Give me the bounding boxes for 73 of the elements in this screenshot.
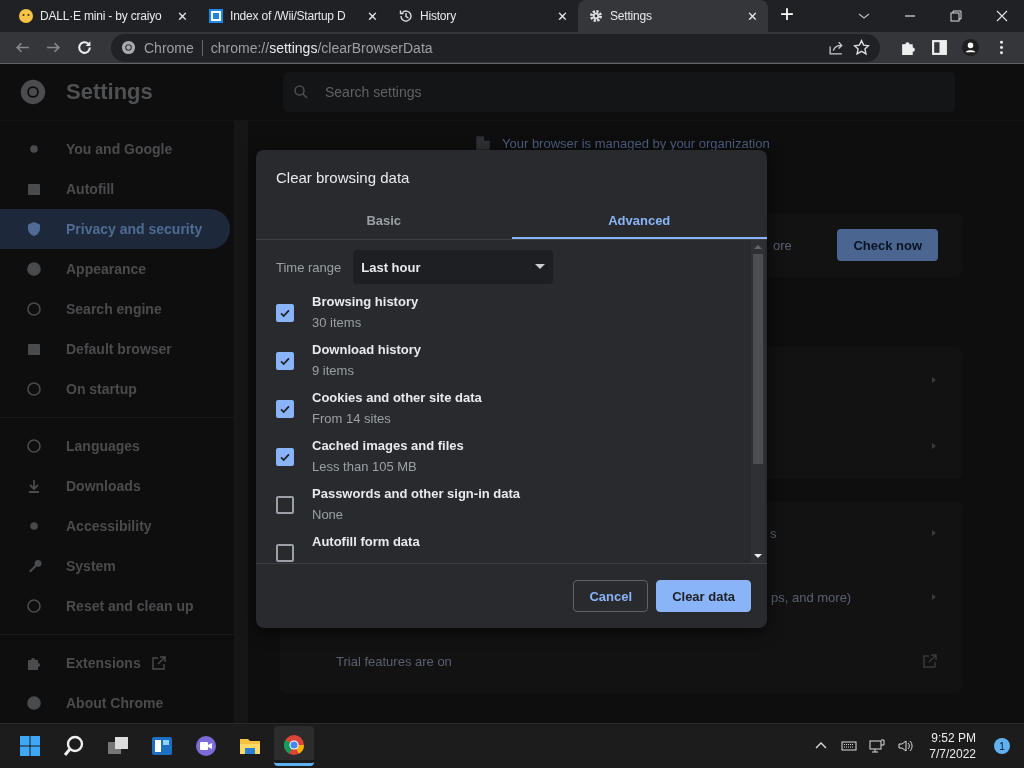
shield-icon xyxy=(26,221,42,238)
close-tab-button[interactable]: ✕ xyxy=(365,8,380,24)
search-field[interactable]: Search settings xyxy=(283,72,955,113)
time-range-dropdown[interactable]: Last hour xyxy=(353,250,554,285)
scrollbar[interactable] xyxy=(234,121,248,724)
chrome-logo-icon xyxy=(20,79,46,106)
option-label: Cached images and files xyxy=(312,438,464,454)
history-icon xyxy=(398,8,414,24)
star-icon[interactable] xyxy=(853,39,870,57)
clock[interactable]: 9:52 PM 7/7/2022 xyxy=(929,731,976,762)
setting-description: ps, and more) xyxy=(771,589,852,605)
video-chat-icon xyxy=(194,734,218,759)
safety-check-text: ore xyxy=(773,237,792,253)
option-label: Passwords and other sign-in data xyxy=(312,486,521,502)
browser-tab[interactable]: History ✕ xyxy=(388,0,578,32)
option-detail: 30 items xyxy=(312,315,363,331)
clear-data-button[interactable]: Clear data xyxy=(656,580,751,613)
option-label: Browsing history xyxy=(312,294,419,310)
close-icon[interactable] xyxy=(994,8,1010,24)
option-detail: None xyxy=(312,507,345,523)
browser-tab[interactable]: Index of /Wii/Startup D ✕ xyxy=(198,0,388,32)
site-label: Chrome xyxy=(144,39,194,56)
settings-icon xyxy=(588,8,604,24)
page-title: Settings xyxy=(66,79,153,106)
url-text: chrome://settings/clearBrowserData xyxy=(210,39,433,56)
checkbox[interactable] xyxy=(276,400,294,419)
cancel-button[interactable]: Cancel xyxy=(573,580,649,613)
setting-description: s xyxy=(770,525,777,541)
close-tab-button[interactable]: ✕ xyxy=(175,8,190,24)
tab-title: History xyxy=(420,9,457,23)
time-range-label: Time range xyxy=(276,259,342,275)
tab-title: Settings xyxy=(610,9,653,23)
puzzle-icon[interactable] xyxy=(900,39,917,57)
option-label: Download history xyxy=(312,342,422,358)
new-tab-button[interactable]: + xyxy=(768,0,806,32)
share-icon[interactable] xyxy=(828,39,845,57)
managed-notice: Your browser is managed by your organization xyxy=(502,135,770,151)
checkbox[interactable] xyxy=(276,448,294,467)
reload-icon[interactable] xyxy=(76,39,93,57)
dialog-tab[interactable]: Basic xyxy=(256,203,512,240)
option-label: Autofill form data xyxy=(312,534,420,550)
smiley-icon xyxy=(18,8,34,24)
volume-icon[interactable] xyxy=(897,738,914,755)
side-panel-icon[interactable] xyxy=(931,39,948,57)
dialog-tab[interactable]: Advanced xyxy=(511,203,767,240)
square-logo-icon xyxy=(208,8,224,24)
option-detail: From 14 sites xyxy=(312,411,392,427)
trial-note: Trial features are on xyxy=(336,653,452,669)
tab-title: Index of /Wii/Startup D xyxy=(230,9,347,23)
checkbox[interactable] xyxy=(276,304,294,323)
windows-logo-icon xyxy=(18,734,42,759)
network-icon[interactable] xyxy=(869,738,886,755)
scrollbar[interactable] xyxy=(751,240,765,564)
checkbox[interactable] xyxy=(276,544,294,563)
download-icon xyxy=(26,478,42,495)
browser-tab[interactable]: DALL·E mini - by craiyo ✕ xyxy=(8,0,198,32)
close-tab-button[interactable]: ✕ xyxy=(745,8,760,24)
browser-tab[interactable]: Settings ✕ xyxy=(578,0,768,32)
checkbox[interactable] xyxy=(276,352,294,371)
address-bar[interactable]: Chrome chrome://settings/clearBrowserData xyxy=(111,33,880,62)
notification-badge[interactable]: 1 xyxy=(994,738,1010,755)
option-label: Cookies and other site data xyxy=(312,390,482,406)
option-detail: 9 items xyxy=(312,363,355,379)
checkbox[interactable] xyxy=(276,496,294,515)
puzzle-icon xyxy=(26,655,42,672)
tab-title: DALL·E mini - by craiyo xyxy=(40,9,163,23)
caret-icon xyxy=(535,264,546,271)
taskbar-button[interactable] xyxy=(274,726,314,767)
dialog-title: Clear browsing data xyxy=(275,168,411,189)
scroll-down-icon[interactable] xyxy=(754,553,762,560)
profile-icon[interactable] xyxy=(962,39,979,57)
option-detail: Less than 105 MB xyxy=(312,459,418,475)
close-tab-button[interactable]: ✕ xyxy=(555,8,570,24)
